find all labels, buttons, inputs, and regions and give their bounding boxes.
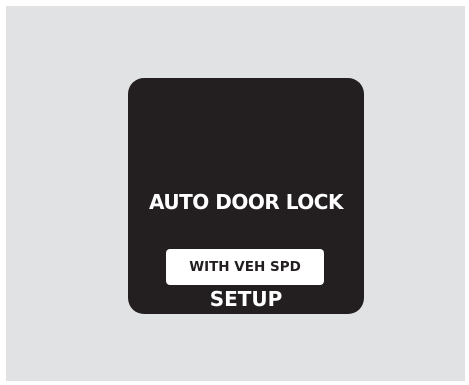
setup-label: SETUP: [209, 287, 283, 311]
background-panel: AUTO DOOR LOCK WITH VEH SPD SETUP: [6, 6, 465, 381]
selected-option-box[interactable]: WITH VEH SPD: [166, 249, 324, 285]
display-title: AUTO DOOR LOCK: [149, 190, 343, 214]
info-display-screen: AUTO DOOR LOCK WITH VEH SPD SETUP: [128, 78, 364, 314]
